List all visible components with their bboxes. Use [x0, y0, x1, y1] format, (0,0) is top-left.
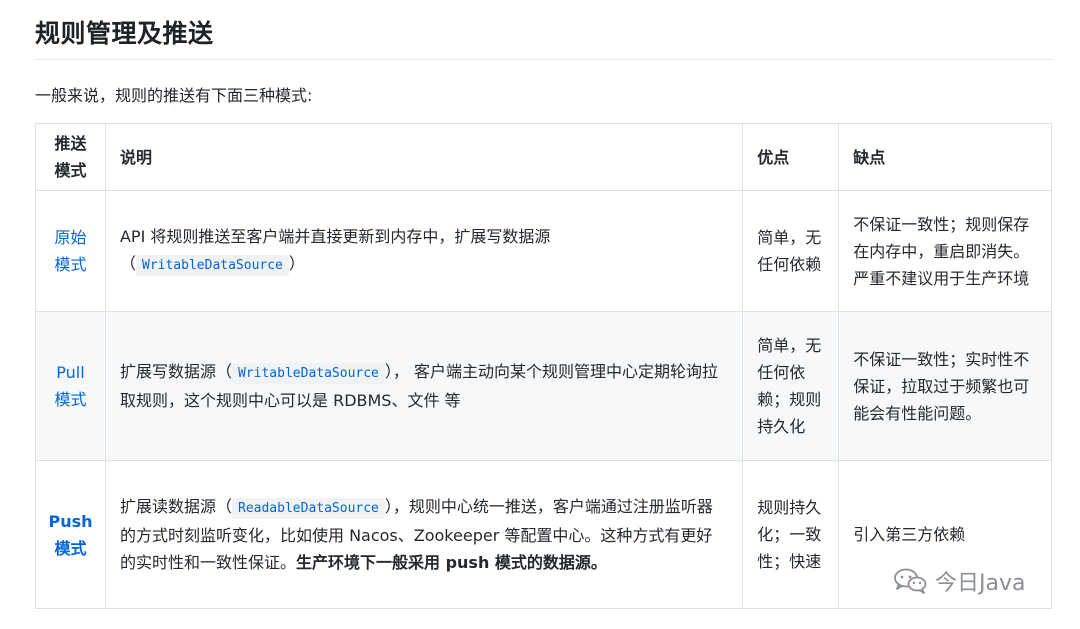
table-row: 原始 模式 API 将规则推送至客户端并直接更新到内存中，扩展写数据源（Writ…	[36, 191, 1052, 312]
mode-name: Pull	[56, 363, 84, 382]
mode-cell: Push 模式	[36, 461, 106, 609]
mode-cell: 原始 模式	[36, 191, 106, 312]
wechat-icon	[893, 567, 927, 595]
table-row: Pull 模式 扩展写数据源（WritableDataSource）， 客户端主…	[36, 312, 1052, 461]
cons-cell: 不保证一致性；规则保存在内存中，重启即消失。严重不建议用于生产环境	[839, 191, 1052, 312]
watermark: 今日Java	[893, 566, 1025, 596]
desc-cell: 扩展写数据源（WritableDataSource）， 客户端主动向某个规则管理…	[105, 312, 742, 461]
desc-text-end: ）	[289, 254, 305, 273]
header-mode-line2: 模式	[54, 161, 86, 180]
desc-text: 扩展写数据源（	[120, 362, 232, 381]
divider	[35, 59, 1053, 60]
watermark-text: 今日Java	[935, 565, 1025, 597]
mode-name: Push	[48, 512, 92, 531]
desc-cell: 扩展读数据源（ReadableDataSource），规则中心统一推送，客户端通…	[105, 461, 742, 609]
header-cons: 缺点	[839, 124, 1052, 191]
mode-suffix: 模式	[54, 255, 86, 274]
desc-bold-text: 生产环境下一般采用 push 模式的数据源。	[296, 553, 607, 572]
inline-code: ReadableDataSource	[232, 498, 385, 519]
push-modes-table: 推送 模式 说明 优点 缺点 原始 模式 API 将规则推送至客户端并直接更新到…	[35, 123, 1052, 609]
pros-cell: 简单，无任何依赖	[743, 191, 839, 312]
header-desc: 说明	[105, 124, 742, 191]
inline-code: WritableDataSource	[232, 363, 385, 384]
desc-cell: API 将规则推送至客户端并直接更新到内存中，扩展写数据源（WritableDa…	[105, 191, 742, 312]
pros-cell: 简单，无任何依赖；规则持久化	[743, 312, 839, 461]
table-header-row: 推送 模式 说明 优点 缺点	[36, 124, 1052, 191]
inline-code: WritableDataSource	[136, 255, 289, 276]
desc-text: 扩展读数据源（	[120, 497, 232, 516]
mode-suffix: 模式	[54, 390, 86, 409]
header-mode: 推送 模式	[36, 124, 106, 191]
mode-name: 原始	[54, 228, 86, 247]
header-mode-line1: 推送	[54, 134, 86, 153]
header-pros: 优点	[743, 124, 839, 191]
page-title: 规则管理及推送	[35, 14, 214, 50]
intro-text: 一般来说，规则的推送有下面三种模式:	[35, 82, 312, 106]
cons-cell: 不保证一致性；实时性不保证，拉取过于频繁也可能会有性能问题。	[839, 312, 1052, 461]
mode-cell: Pull 模式	[36, 312, 106, 461]
mode-suffix: 模式	[54, 539, 86, 558]
pros-cell: 规则持久化；一致性；快速	[743, 461, 839, 609]
